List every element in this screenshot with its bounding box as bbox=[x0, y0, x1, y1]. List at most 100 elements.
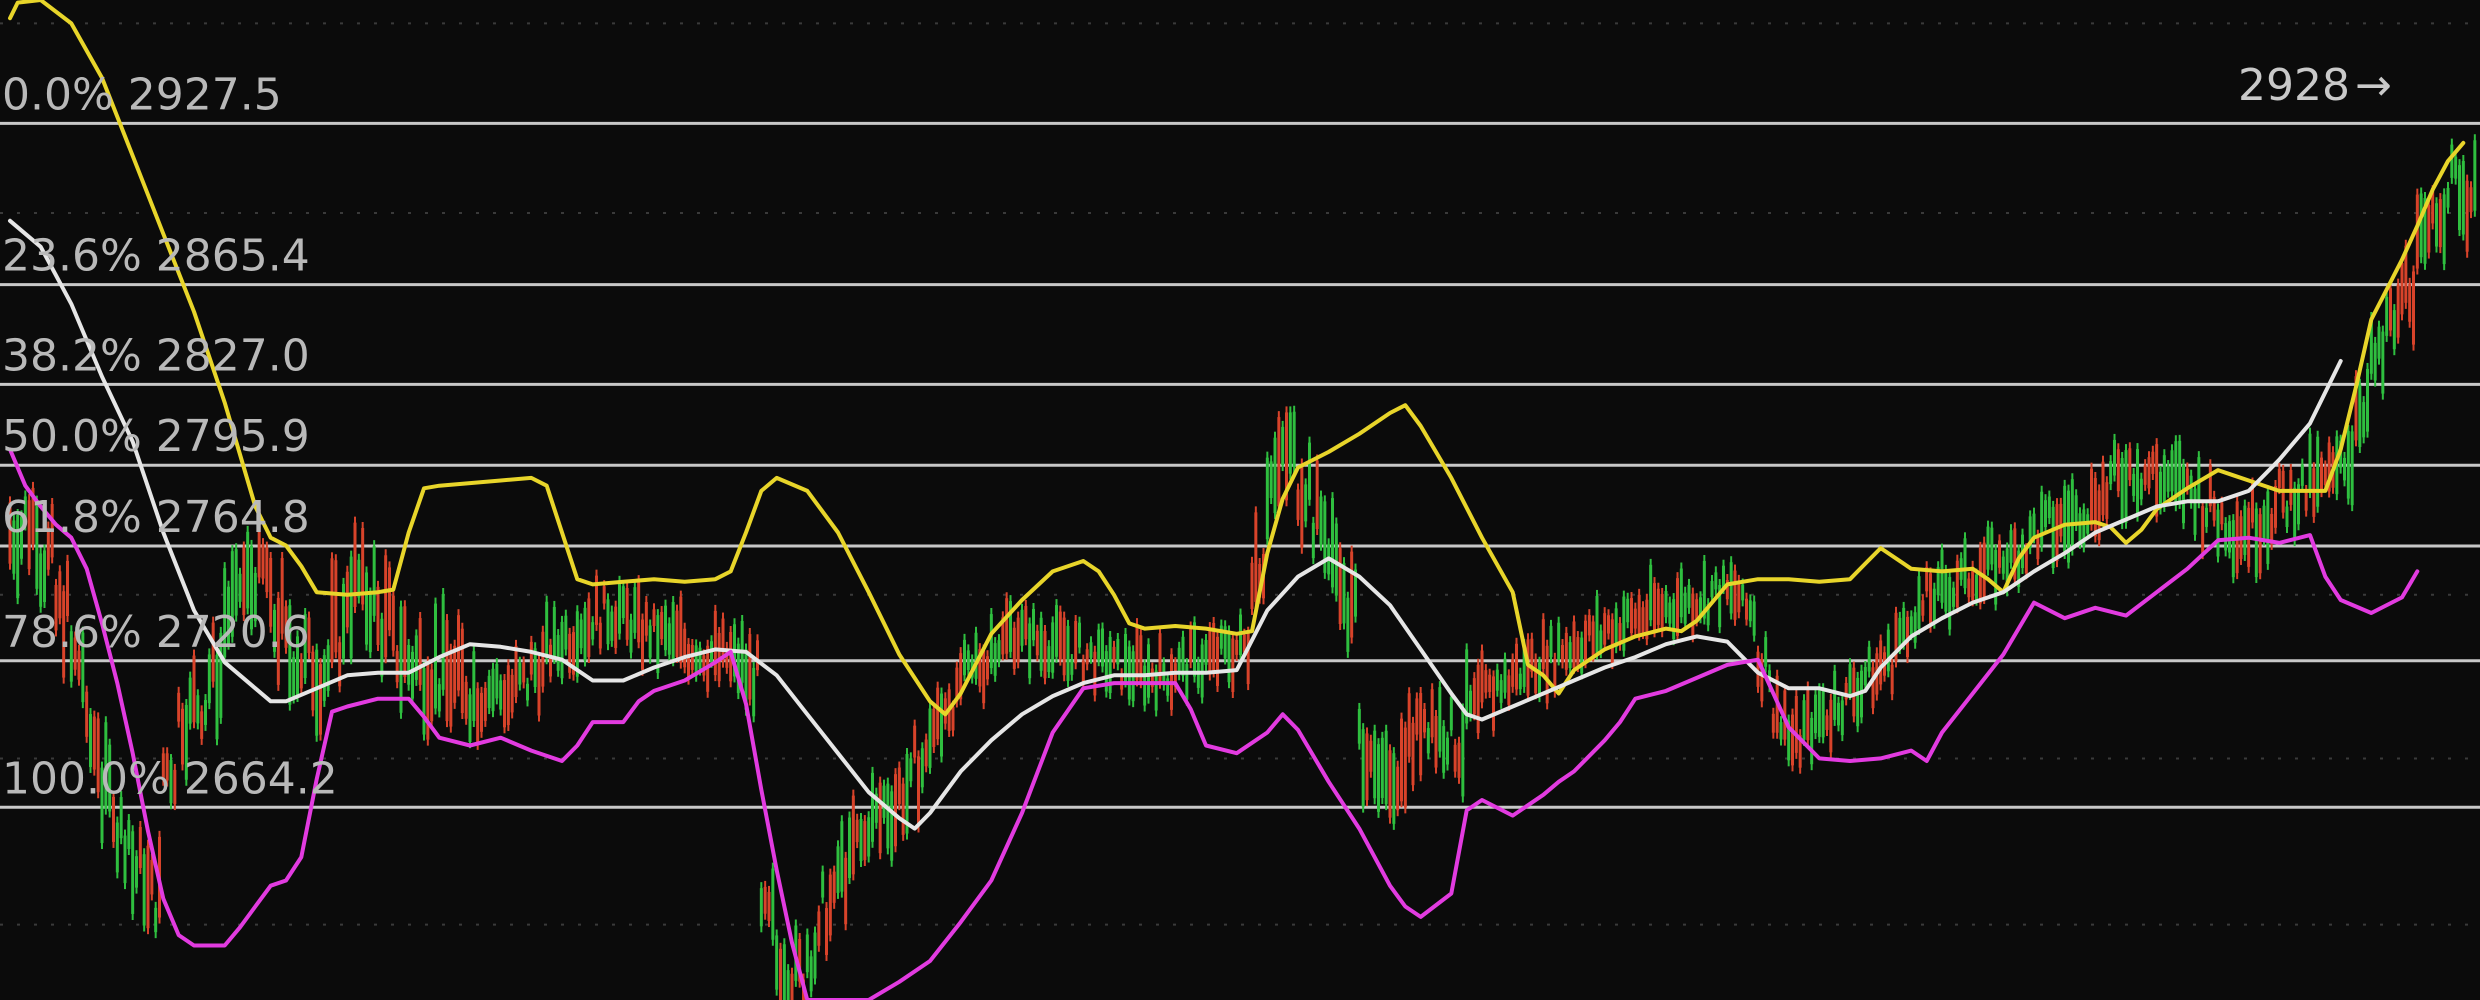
candle-body bbox=[1430, 689, 1434, 738]
candle-body bbox=[319, 664, 322, 735]
candle-body bbox=[1653, 583, 1656, 632]
candle-body bbox=[2040, 491, 2044, 546]
candle-body bbox=[1963, 538, 1967, 589]
candle-body bbox=[1281, 426, 1285, 466]
candle-body bbox=[196, 695, 200, 724]
candle-body bbox=[1561, 645, 1564, 663]
candle-body bbox=[2193, 488, 2197, 535]
candle-body bbox=[591, 622, 595, 640]
candle-body bbox=[2469, 187, 2473, 213]
candle-body bbox=[1810, 717, 1814, 765]
candle-body bbox=[1515, 643, 1518, 690]
candle-body bbox=[192, 655, 196, 723]
candle-body bbox=[1817, 689, 1821, 737]
candle-body bbox=[832, 871, 836, 903]
candle-body bbox=[1193, 622, 1196, 677]
candle-body bbox=[1679, 568, 1683, 618]
fib-level-label: 61.8% 2764.8 bbox=[2, 492, 310, 543]
candle-body bbox=[1469, 690, 1472, 716]
candle-body bbox=[828, 874, 832, 936]
candle-body bbox=[522, 662, 526, 683]
candle-body bbox=[480, 692, 483, 732]
candle-body bbox=[1407, 693, 1411, 757]
candle-body bbox=[564, 615, 568, 650]
candle-body bbox=[629, 619, 633, 653]
candle-body bbox=[1093, 651, 1097, 696]
candle-body bbox=[472, 651, 476, 722]
candle-body bbox=[1419, 693, 1423, 776]
candle-body bbox=[1802, 700, 1806, 740]
candle-body bbox=[368, 593, 372, 653]
candle-body bbox=[1449, 696, 1453, 731]
candle-body bbox=[1940, 549, 1944, 603]
last-price-value: 2928 bbox=[2238, 60, 2350, 111]
candle-body bbox=[441, 594, 445, 690]
candle-body bbox=[1400, 718, 1403, 802]
candle-body bbox=[1058, 611, 1062, 660]
candle-body bbox=[1614, 608, 1618, 648]
candle-body bbox=[1886, 629, 1890, 672]
candle-body bbox=[1714, 572, 1718, 590]
candle-body bbox=[1534, 659, 1538, 694]
candle-body bbox=[85, 691, 89, 737]
candle-body bbox=[2458, 165, 2461, 231]
candle-body bbox=[1020, 609, 1024, 646]
candle-body bbox=[407, 645, 411, 685]
candle-body bbox=[154, 907, 158, 933]
candle-body bbox=[43, 550, 46, 603]
candle-body bbox=[2189, 475, 2193, 503]
candle-body bbox=[767, 891, 771, 922]
candle-body bbox=[1806, 687, 1810, 741]
candle-body bbox=[2461, 161, 2465, 235]
candle-body bbox=[1024, 605, 1028, 640]
candle-body bbox=[1607, 615, 1610, 634]
candle-body bbox=[395, 651, 399, 683]
candle-body bbox=[2446, 187, 2450, 208]
candle-body bbox=[1365, 733, 1369, 801]
candle-body bbox=[817, 911, 821, 946]
candle-body bbox=[1672, 599, 1676, 640]
candle-body bbox=[1231, 638, 1235, 693]
candle-body bbox=[1066, 625, 1070, 681]
fibonacci-price-chart: 0.0% 2927.5 23.6% 2865.4 38.2% 2827.0 50.0%… bbox=[0, 0, 2480, 1000]
candle-body bbox=[1334, 523, 1338, 596]
candle-body bbox=[1499, 680, 1503, 703]
candle-body bbox=[2063, 485, 2067, 553]
candle-body bbox=[1856, 677, 1860, 727]
candle-body bbox=[1453, 744, 1457, 772]
candle-body bbox=[2438, 199, 2442, 248]
candle-body bbox=[652, 609, 656, 627]
candle-body bbox=[549, 644, 552, 677]
candle-body bbox=[487, 675, 491, 709]
candle-body bbox=[39, 553, 43, 607]
candle-body bbox=[1538, 662, 1541, 697]
candle-body bbox=[445, 620, 449, 722]
candle-body bbox=[633, 587, 637, 633]
candle-body bbox=[1250, 562, 1254, 609]
candle-body bbox=[1434, 716, 1438, 768]
candle-body bbox=[2136, 449, 2139, 516]
candle-body bbox=[380, 618, 384, 677]
candle-body bbox=[1384, 730, 1388, 805]
candle-body bbox=[1610, 619, 1614, 664]
candle-body bbox=[2435, 203, 2438, 247]
candle-body bbox=[215, 654, 219, 740]
candle-body bbox=[560, 621, 564, 679]
candle-body bbox=[292, 657, 296, 698]
candle-body bbox=[1043, 630, 1047, 679]
candle-body bbox=[1346, 597, 1350, 652]
candle-body bbox=[1863, 667, 1867, 686]
candle-body bbox=[1637, 594, 1641, 635]
candle-body bbox=[1794, 695, 1798, 753]
candle-body bbox=[2139, 478, 2143, 500]
candle-body bbox=[974, 632, 978, 679]
fib-level-label: 50.0% 2795.9 bbox=[2, 411, 310, 462]
candle-body bbox=[1545, 645, 1549, 704]
candle-body bbox=[2166, 466, 2170, 492]
candle-body bbox=[1411, 722, 1415, 786]
candle-body bbox=[2427, 205, 2431, 253]
candle-body bbox=[1476, 664, 1480, 734]
candle-body bbox=[771, 868, 775, 940]
candle-body bbox=[2373, 342, 2377, 381]
candle-body bbox=[886, 783, 890, 849]
